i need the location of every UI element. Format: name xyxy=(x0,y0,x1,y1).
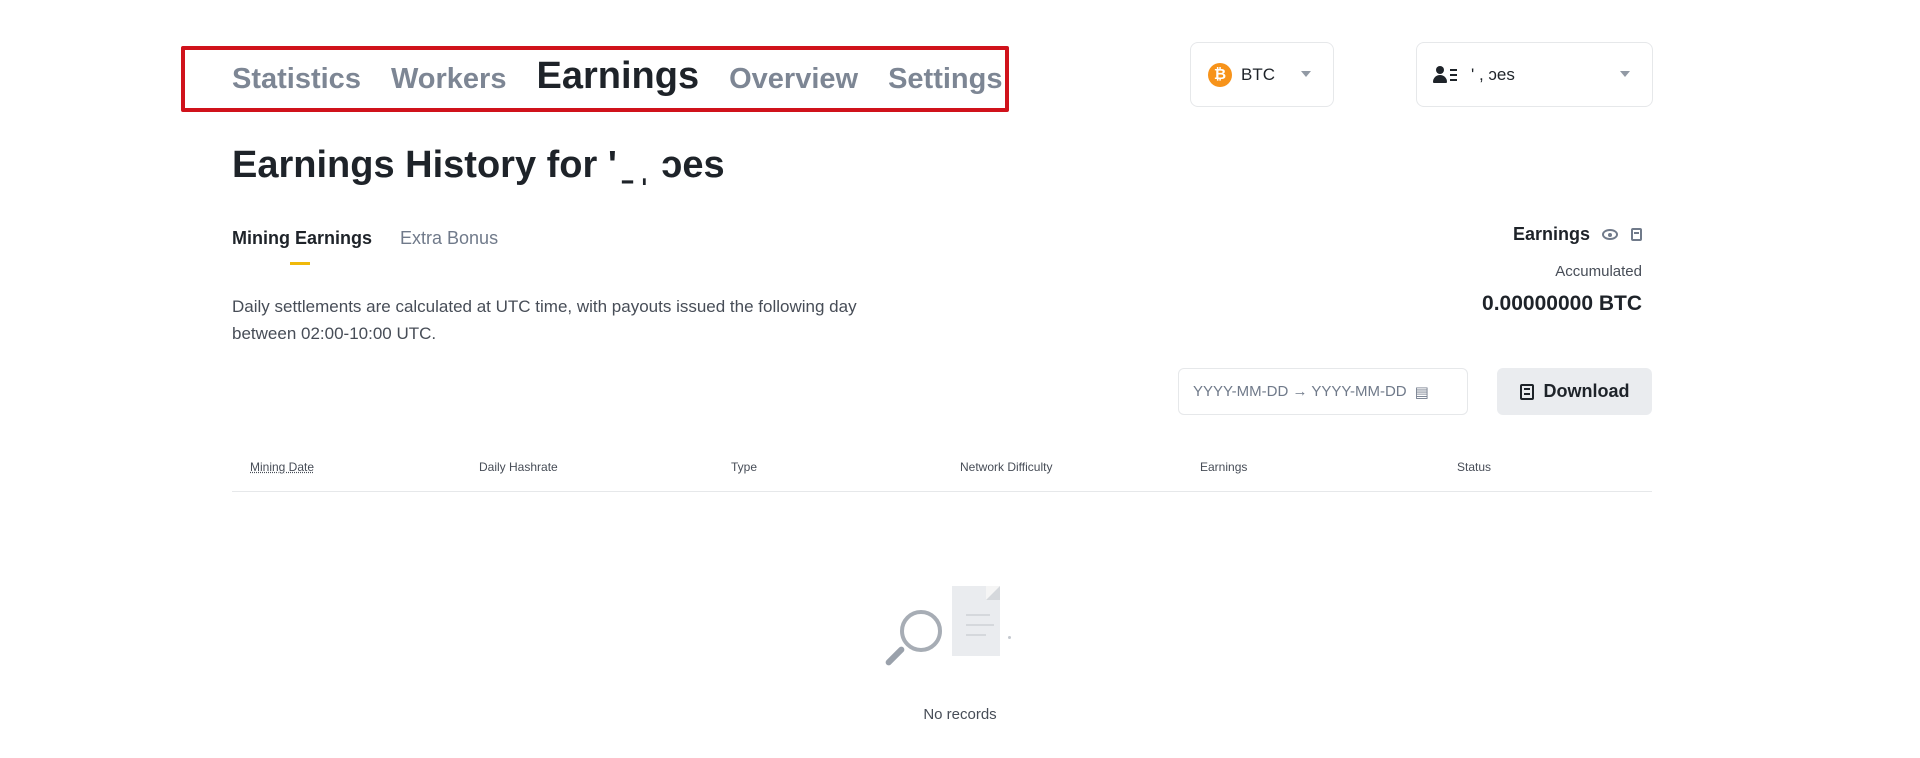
coin-select-value: BTC xyxy=(1241,64,1275,84)
subtab-mining-earnings[interactable]: Mining Earnings xyxy=(232,228,373,265)
accumulated-label: Accumulated xyxy=(1555,263,1642,280)
chevron-down-icon xyxy=(1620,71,1630,77)
coin-select[interactable]: ₿ BTC xyxy=(1190,42,1334,107)
column-header-status: Status xyxy=(1457,460,1492,474)
download-icon xyxy=(1519,383,1534,400)
column-header-earnings: Earnings xyxy=(1200,460,1248,474)
column-header-type: Type xyxy=(731,460,758,474)
page-title: Earnings History for ' ̱ ˌ ɔes xyxy=(232,144,725,186)
tab-earnings[interactable]: Earnings xyxy=(536,55,699,98)
subtab-extra-bonus[interactable]: Extra Bonus xyxy=(400,228,498,249)
tab-workers[interactable]: Workers xyxy=(391,63,507,96)
earnings-subtabs: Mining Earnings Extra Bonus xyxy=(232,228,526,265)
no-records-text: No records xyxy=(923,706,997,723)
calendar-icon: ▤ xyxy=(1414,383,1429,401)
account-icon xyxy=(1433,65,1457,84)
eye-icon[interactable] xyxy=(1602,229,1618,240)
account-select[interactable]: ' , ɔes xyxy=(1416,42,1653,107)
table-header: Mining Date Daily Hashrate Type Network … xyxy=(232,456,1652,492)
account-select-value: ' , ɔes xyxy=(1471,64,1515,84)
tab-settings[interactable]: Settings xyxy=(888,63,1002,96)
column-header-daily-hashrate: Daily Hashrate xyxy=(479,460,558,474)
calculator-icon[interactable] xyxy=(1631,228,1642,241)
date-range-placeholder: YYYY-MM-DD → YYYY-MM-DD xyxy=(1193,383,1407,400)
download-button[interactable]: Download xyxy=(1497,368,1652,415)
earnings-title: Earnings xyxy=(1512,224,1590,244)
column-header-network-difficulty: Network Difficulty xyxy=(960,460,1053,474)
settlement-description: Daily settlements are calculated at UTC … xyxy=(232,297,857,343)
bitcoin-icon: ₿ xyxy=(1208,62,1232,87)
no-records-icon xyxy=(880,582,1011,692)
tab-statistics[interactable]: Statistics xyxy=(232,63,361,96)
accumulated-value: 0.00000000 BTC xyxy=(1482,292,1642,315)
download-button-label: Download xyxy=(1543,381,1630,401)
tab-overview[interactable]: Overview xyxy=(729,63,858,96)
chevron-down-icon xyxy=(1301,71,1311,77)
active-tab-indicator xyxy=(290,262,310,265)
column-header-mining-date[interactable]: Mining Date xyxy=(250,460,314,474)
earnings-summary: Earnings Accumulated 0.00000000 BTC xyxy=(1482,224,1642,316)
date-range-picker[interactable]: YYYY-MM-DD → YYYY-MM-DD ▤ xyxy=(1178,368,1468,415)
main-nav: Statistics Workers Earnings Overview Set… xyxy=(232,54,1032,104)
subtab-label: Mining Earnings xyxy=(232,228,373,248)
